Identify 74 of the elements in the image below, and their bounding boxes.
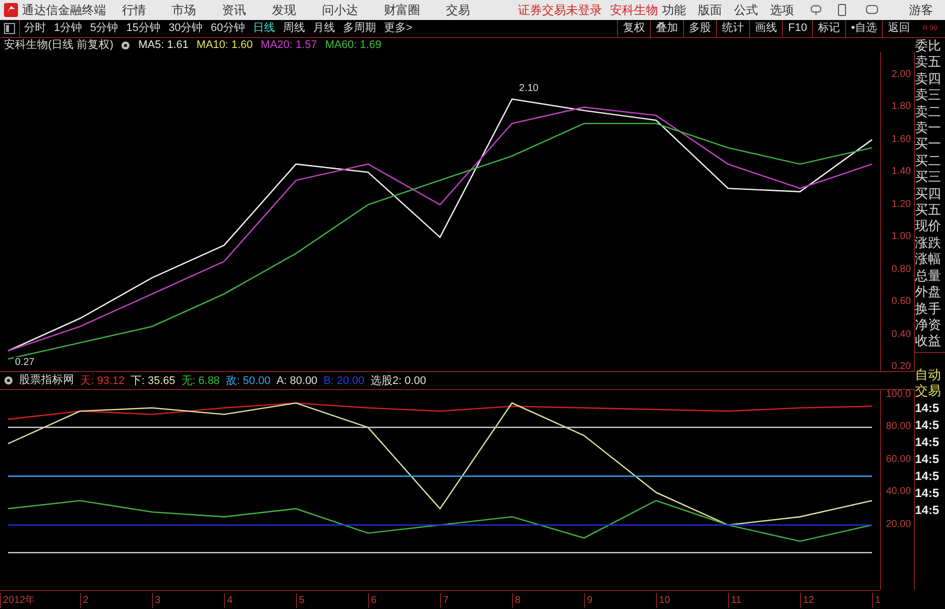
axis-label: 3 xyxy=(152,593,161,608)
legend-value: MA20: 1.57 xyxy=(260,38,318,53)
notice-text: 安科生物 xyxy=(610,2,658,19)
quote-label: 委比 xyxy=(915,38,942,54)
quote-label: 收益 xyxy=(915,333,942,350)
quote-label: 买一 xyxy=(915,136,942,153)
axis-label: 1 xyxy=(872,593,881,608)
quote-label: 卖三 xyxy=(915,87,942,104)
quote-label: 卖五 xyxy=(915,54,942,71)
quote-label: 总量 xyxy=(915,268,942,284)
axis-label: 1.40 xyxy=(892,166,911,178)
indicator-value: 无: 6.88 xyxy=(181,374,220,386)
axis-label: 1.00 xyxy=(892,231,911,244)
axis-label: 80.00 xyxy=(886,421,911,434)
axis-label: 100.0 xyxy=(886,388,911,401)
indicator-value: 选股2: 0.00 xyxy=(370,374,426,386)
quote-label: 卖二 xyxy=(915,104,942,120)
axis-label: 8 xyxy=(512,593,521,608)
trade-label: 交易 xyxy=(915,383,942,400)
axis-label: 0.80 xyxy=(892,264,911,276)
quote-label: 涨幅 xyxy=(915,251,942,268)
indicator-value: 下: 35.65 xyxy=(130,374,176,386)
axis-label: 0.60 xyxy=(892,296,911,308)
price-label: 2.10 xyxy=(518,83,540,94)
axis-label: 1.20 xyxy=(892,198,911,211)
quote-label: 涨跌 xyxy=(915,234,942,252)
quote-label: 卖一 xyxy=(915,120,942,136)
quote-label: 外盘 xyxy=(915,284,942,300)
trade-time: 14:5 xyxy=(915,400,940,417)
axis-label: 60.00 xyxy=(886,454,911,466)
trade-time: 14:5 xyxy=(915,434,940,451)
axis-label: 11 xyxy=(728,593,742,608)
axis-label: 40.00 xyxy=(886,486,911,498)
axis-label: 2.00 xyxy=(892,68,911,81)
indicator-value: A: 80.00 xyxy=(276,374,318,386)
axis-label: 6 xyxy=(368,593,377,608)
trade-label: 自动 xyxy=(915,366,942,384)
trade-time: 14:5 xyxy=(915,450,940,468)
quote-label: 卖四 xyxy=(915,70,942,88)
axis-label: 9 xyxy=(584,593,593,608)
quote-label: 买三 xyxy=(915,169,942,186)
quote-label: 买五 xyxy=(915,202,942,218)
quote-label: 买四 xyxy=(915,186,942,202)
trade-time: 14:5 xyxy=(915,416,940,434)
axis-label: 2012年 xyxy=(0,593,36,608)
quote-label: 买二 xyxy=(915,152,942,170)
indicator-value: 天: 93.12 xyxy=(80,374,125,386)
axis-label: 7 xyxy=(440,593,449,608)
indicator-value: B: 20.00 xyxy=(323,374,364,386)
axis-label: 12 xyxy=(800,593,814,608)
notice-text: 证券交易未登录 xyxy=(518,2,602,19)
axis-label: 0.20 xyxy=(892,361,911,374)
chart-title: 安科生物(日线 前复权) xyxy=(4,38,114,53)
quote-label: 换手 xyxy=(915,300,942,317)
trade-time: 14:5 xyxy=(915,484,940,502)
axis-label: 1.80 xyxy=(892,101,911,114)
quote-label: 净资 xyxy=(915,316,942,334)
indicator-value: 敌: 50.00 xyxy=(226,374,270,386)
axis-label: 20.00 xyxy=(886,518,911,531)
axis-label: 1.60 xyxy=(892,134,911,146)
trade-time: 14:5 xyxy=(915,502,940,519)
legend-value: MA60: 1.69 xyxy=(325,38,382,53)
axis-label: 10 xyxy=(656,593,670,608)
legend-value: MA5: 1.61 xyxy=(138,38,189,53)
axis-label: 4 xyxy=(224,593,233,608)
axis-label: 0.40 xyxy=(892,328,911,341)
quote-label: 现价 xyxy=(915,218,942,235)
legend-value: MA10: 1.60 xyxy=(196,38,253,53)
axis-label: 5 xyxy=(296,593,305,608)
axis-label: 2 xyxy=(80,593,89,608)
trade-time: 14:5 xyxy=(915,468,940,485)
app-name: 通达信金融终端 xyxy=(22,2,107,19)
price-label: 0.27 xyxy=(14,356,36,368)
indicator-title: 股票指标网 xyxy=(19,373,74,388)
